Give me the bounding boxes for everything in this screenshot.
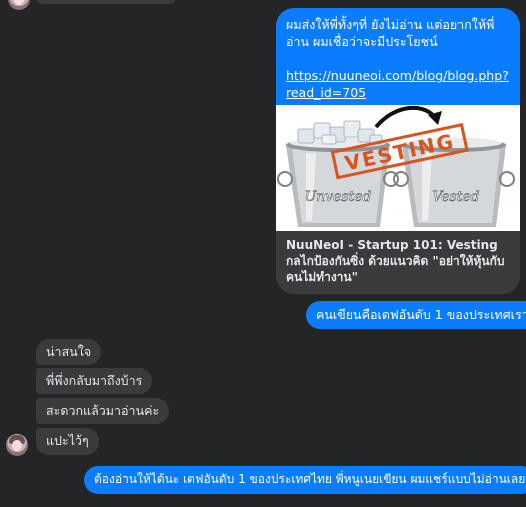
link-preview-image[interactable]: VESTING Unvested Vested bbox=[276, 105, 520, 231]
incoming-message[interactable]: น่าสนใจ bbox=[36, 339, 102, 365]
outgoing-message[interactable]: คนเขียนคือเตฟอันดับ 1 ของประเทศเรา bbox=[306, 301, 526, 329]
outgoing-message-text: คนเขียนคือเตฟอันดับ 1 ของประเทศเรา bbox=[316, 307, 526, 322]
outgoing-message[interactable]: ต้องอ่านให้ได้นะ เตฟอันดับ 1 ของประเทศไท… bbox=[84, 466, 526, 494]
contact-avatar-top[interactable] bbox=[8, 0, 30, 10]
vested-label: Vested bbox=[432, 189, 479, 205]
incoming-message-text: น่าสนใจ bbox=[46, 344, 92, 359]
link-message-text-block: ผมส่งให้พี่ทั้งๆที่ ยังไม่อ่าน แต่อยากให… bbox=[276, 8, 520, 105]
link-preview-title[interactable]: NuuNeoI - Startup 101: Vesting กลไกป้องก… bbox=[276, 231, 520, 294]
incoming-message-text: พี่พึ่งกลับมาถึงบ้าร bbox=[46, 373, 143, 388]
shared-link-message[interactable]: ผมส่งให้พี่ทั้งๆที่ ยังไม่อ่าน แต่อยากให… bbox=[276, 8, 520, 294]
outgoing-message-text: ต้องอ่านให้ได้นะ เตฟอันดับ 1 ของประเทศไท… bbox=[94, 472, 526, 486]
link-url[interactable]: https://nuuneoi.com/blog/blog.php?read_i… bbox=[286, 67, 510, 101]
unvested-label: Unvested bbox=[304, 189, 371, 205]
contact-avatar[interactable] bbox=[6, 434, 28, 456]
incoming-message-text: แปะไว้ๆ bbox=[46, 433, 89, 448]
message-bubble-cut-off[interactable] bbox=[36, 0, 176, 4]
link-message-text: ผมส่งให้พี่ทั้งๆที่ ยังไม่อ่าน แต่อยากให… bbox=[286, 17, 495, 49]
incoming-message[interactable]: พี่พึ่งกลับมาถึงบ้าร bbox=[36, 368, 153, 394]
avatar-face bbox=[12, 440, 22, 451]
incoming-message[interactable]: แปะไว้ๆ bbox=[36, 428, 99, 455]
chat-thread: ผมส่งให้พี่ทั้งๆที่ ยังไม่อ่าน แต่อยากให… bbox=[0, 0, 526, 507]
incoming-message-text: สะดวกแล้วมาอ่านค่ะ bbox=[46, 403, 160, 418]
ice-buckets-illustration: VESTING Unvested Vested bbox=[276, 105, 520, 231]
incoming-message[interactable]: สะดวกแล้วมาอ่านค่ะ bbox=[36, 398, 170, 424]
avatar-face bbox=[14, 0, 24, 5]
